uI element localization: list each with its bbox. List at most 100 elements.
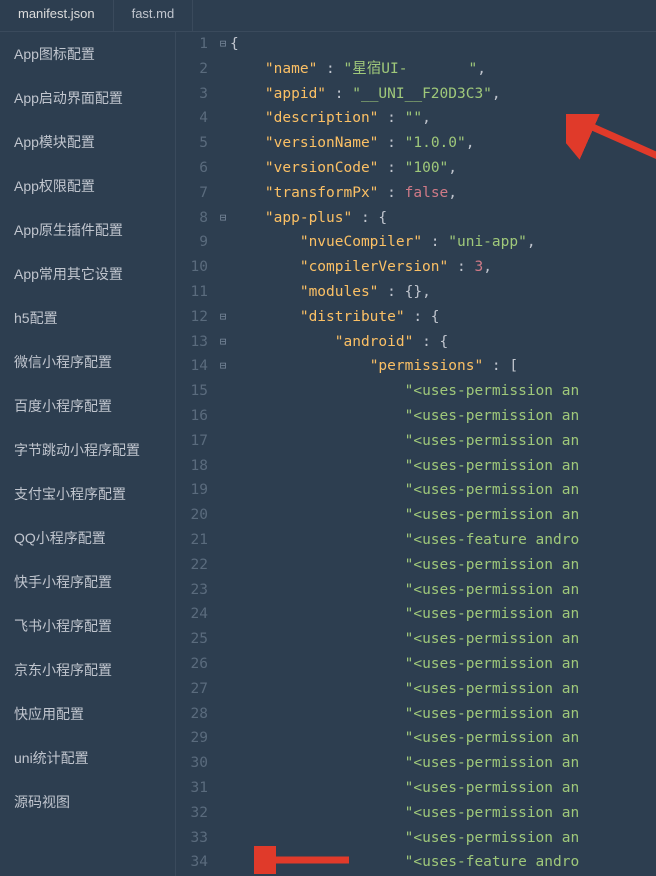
code-token: , <box>466 135 475 151</box>
code-line[interactable]: "<uses-permission an <box>230 801 656 826</box>
code-line[interactable]: "<uses-permission an <box>230 652 656 677</box>
code-line[interactable]: "<uses-permission an <box>230 404 656 429</box>
code-line[interactable]: "<uses-permission an <box>230 578 656 603</box>
code-editor[interactable]: 1234567891011121314151617181920212223242… <box>176 32 656 876</box>
code-token: : <box>378 110 404 126</box>
code-line[interactable]: "<uses-permission an <box>230 503 656 528</box>
code-token: : <box>422 234 448 250</box>
fold-marker[interactable]: ⊟ <box>216 330 230 355</box>
code-token: "<uses-permission an <box>405 383 580 399</box>
code-line[interactable]: "distribute" : { <box>230 305 656 330</box>
fold-marker <box>216 726 230 751</box>
fold-marker[interactable]: ⊟ <box>216 206 230 231</box>
code-line[interactable]: "<uses-feature andro <box>230 528 656 553</box>
code-token: "<uses-permission an <box>405 780 580 796</box>
line-number: 9 <box>176 230 208 255</box>
code-line[interactable]: "modules" : {}, <box>230 280 656 305</box>
tab-fast-md[interactable]: fast.md <box>114 0 194 31</box>
sidebar-item[interactable]: 京东小程序配置 <box>0 648 175 692</box>
code-line[interactable]: "<uses-permission an <box>230 379 656 404</box>
code-line[interactable]: "permissions" : [ <box>230 354 656 379</box>
code-line[interactable]: "app-plus" : { <box>230 206 656 231</box>
fold-marker <box>216 702 230 727</box>
code-line[interactable]: "<uses-permission an <box>230 776 656 801</box>
code-line[interactable]: "<uses-feature andro <box>230 850 656 875</box>
code-token <box>230 557 405 573</box>
code-line[interactable]: "<uses-permission an <box>230 553 656 578</box>
sidebar-item[interactable]: h5配置 <box>0 296 175 340</box>
code-line[interactable]: "<uses-permission an <box>230 602 656 627</box>
code-token: "<uses-permission an <box>405 755 580 771</box>
sidebar-item-label: h5配置 <box>14 310 58 326</box>
sidebar-item-label: App图标配置 <box>14 46 95 62</box>
code-token: : <box>448 259 474 275</box>
fold-marker[interactable]: ⊟ <box>216 354 230 379</box>
line-number: 16 <box>176 404 208 429</box>
sidebar-item[interactable]: App权限配置 <box>0 164 175 208</box>
fold-marker[interactable]: ⊟ <box>216 32 230 57</box>
code-token: , <box>448 185 457 201</box>
code-token: 3 <box>474 259 483 275</box>
fold-marker[interactable]: ⊟ <box>216 305 230 330</box>
code-token: "description" <box>265 110 379 126</box>
line-number: 20 <box>176 503 208 528</box>
line-number: 31 <box>176 776 208 801</box>
code-line[interactable]: { <box>230 32 656 57</box>
code-line[interactable]: "appid" : "__UNI__F20D3C3", <box>230 82 656 107</box>
code-line[interactable]: "versionName" : "1.0.0", <box>230 131 656 156</box>
code-token: "appid" <box>265 86 326 102</box>
code-token: false <box>405 185 449 201</box>
code-line[interactable]: "versionCode" : "100", <box>230 156 656 181</box>
code-line[interactable]: "<uses-permission an <box>230 429 656 454</box>
code-token <box>230 358 370 374</box>
code-token: "app-plus" <box>265 210 352 226</box>
sidebar-item[interactable]: 微信小程序配置 <box>0 340 175 384</box>
tab-manifest-json[interactable]: manifest.json <box>0 0 114 31</box>
fold-marker <box>216 751 230 776</box>
code-line[interactable]: "nvueCompiler" : "uni-app", <box>230 230 656 255</box>
code-line[interactable]: "transformPx" : false, <box>230 181 656 206</box>
sidebar-item[interactable]: 百度小程序配置 <box>0 384 175 428</box>
code-token: "<uses-permission an <box>405 582 580 598</box>
code-line[interactable]: "<uses-permission an <box>230 826 656 851</box>
sidebar-item[interactable]: 字节跳动小程序配置 <box>0 428 175 472</box>
sidebar-item-label: 支付宝小程序配置 <box>14 486 126 502</box>
code-line[interactable]: "description" : "", <box>230 106 656 131</box>
code-token <box>230 606 405 622</box>
code-token: : { <box>352 210 387 226</box>
code-line[interactable]: "<uses-permission an <box>230 627 656 652</box>
fold-marker <box>216 429 230 454</box>
code-line[interactable]: "name" : "星宿UI- ", <box>230 57 656 82</box>
sidebar-item[interactable]: App常用其它设置 <box>0 252 175 296</box>
sidebar-item[interactable]: 支付宝小程序配置 <box>0 472 175 516</box>
code-token: : {}, <box>378 284 430 300</box>
sidebar-item[interactable]: 飞书小程序配置 <box>0 604 175 648</box>
sidebar-item[interactable]: App启动界面配置 <box>0 76 175 120</box>
sidebar-item[interactable]: 快手小程序配置 <box>0 560 175 604</box>
sidebar-item[interactable]: QQ小程序配置 <box>0 516 175 560</box>
code-line[interactable]: "compilerVersion" : 3, <box>230 255 656 280</box>
sidebar-item[interactable]: 源码视图 <box>0 780 175 824</box>
line-number: 14 <box>176 354 208 379</box>
code-line[interactable]: "<uses-permission an <box>230 751 656 776</box>
line-number: 7 <box>176 181 208 206</box>
code-token: "__UNI__F20D3C3" <box>352 86 492 102</box>
sidebar-item[interactable]: uni统计配置 <box>0 736 175 780</box>
code-content[interactable]: { "name" : "星宿UI- ", "appid" : "__UNI__F… <box>230 32 656 875</box>
code-token: , <box>483 259 492 275</box>
code-token: "<uses-permission an <box>405 706 580 722</box>
code-line[interactable]: "<uses-permission an <box>230 726 656 751</box>
code-line[interactable]: "<uses-permission an <box>230 478 656 503</box>
code-token <box>230 110 265 126</box>
code-line[interactable]: "<uses-permission an <box>230 454 656 479</box>
sidebar-item[interactable]: App图标配置 <box>0 32 175 76</box>
sidebar-item[interactable]: App原生插件配置 <box>0 208 175 252</box>
code-line[interactable]: "<uses-permission an <box>230 702 656 727</box>
sidebar-item[interactable]: App模块配置 <box>0 120 175 164</box>
fold-marker <box>216 503 230 528</box>
code-token: "<uses-permission an <box>405 458 580 474</box>
code-line[interactable]: "android" : { <box>230 330 656 355</box>
fold-marker <box>216 82 230 107</box>
code-line[interactable]: "<uses-permission an <box>230 677 656 702</box>
sidebar-item[interactable]: 快应用配置 <box>0 692 175 736</box>
